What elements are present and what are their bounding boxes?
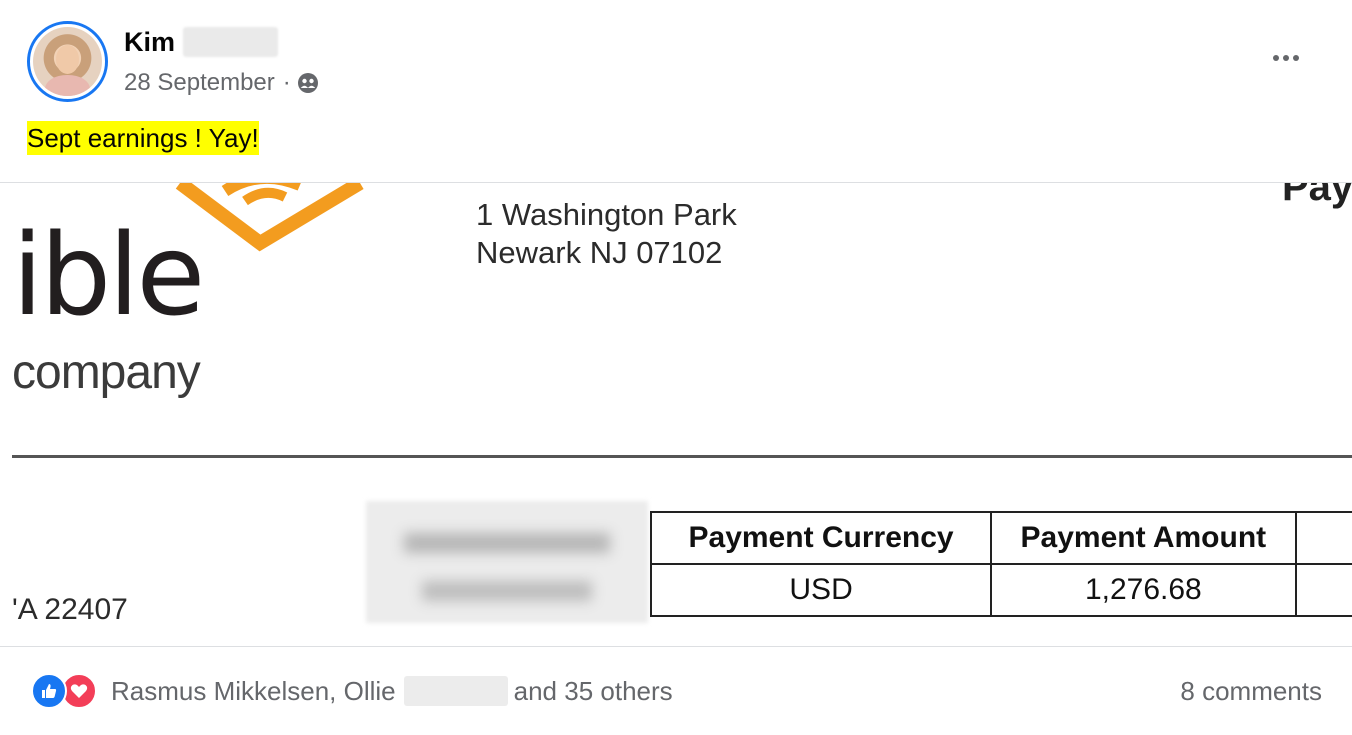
avatar[interactable] (27, 21, 108, 102)
author-name[interactable]: Kim (124, 27, 175, 58)
post-date[interactable]: 28 September (124, 69, 275, 97)
logo-subtext: company (12, 346, 201, 399)
redacted-name (403, 676, 508, 706)
friends-icon[interactable] (297, 72, 319, 94)
table-cell: 1,276.68 (990, 563, 1297, 617)
reaction-names-prefix: Rasmus Mikkelsen, Ollie (111, 675, 396, 706)
comments-count[interactable]: 8 comments (1180, 676, 1322, 707)
corner-heading: Pay (1282, 182, 1352, 209)
post-image[interactable]: ible company 1 Washington Park Newark NJ… (0, 182, 1352, 647)
table-header: Payment Amount (990, 511, 1297, 565)
table-cell-empty (1294, 563, 1352, 617)
table-header-empty (1294, 511, 1352, 565)
more-options-button[interactable] (1266, 44, 1306, 72)
table-header-row: Payment Currency Payment Amount (649, 511, 1352, 565)
post-meta: 28 September · (124, 68, 319, 98)
more-dot-icon (1293, 55, 1299, 61)
author-row: Kim (124, 25, 279, 59)
divider-line (12, 455, 1352, 458)
meta-separator: · (282, 69, 291, 96)
profile-photo (33, 27, 102, 96)
reactions-summary[interactable]: Rasmus Mikkelsen, Ollie and 35 others (31, 673, 673, 709)
address-line-1: 1 Washington Park (476, 197, 737, 232)
post-text: Sept earnings ! Yay! (27, 121, 259, 155)
address-line-2: Newark NJ 07102 (476, 235, 723, 270)
more-dot-icon (1283, 55, 1289, 61)
more-dot-icon (1273, 55, 1279, 61)
like-icon (31, 673, 67, 709)
table-row: USD 1,276.68 (649, 563, 1352, 617)
reaction-names[interactable]: Rasmus Mikkelsen, Ollie and 35 others (111, 676, 673, 707)
table-cell: USD (649, 563, 993, 617)
reaction-names-suffix: and 35 others (513, 675, 673, 706)
redacted-surname (183, 27, 279, 57)
logo-text: ible (12, 211, 205, 341)
table-header: Payment Currency (649, 511, 993, 565)
payment-table: Payment Currency Payment Amount USD 1,27… (649, 511, 1352, 617)
zip-text: 'A 22407 (12, 593, 128, 626)
redacted-date-block (366, 501, 648, 623)
